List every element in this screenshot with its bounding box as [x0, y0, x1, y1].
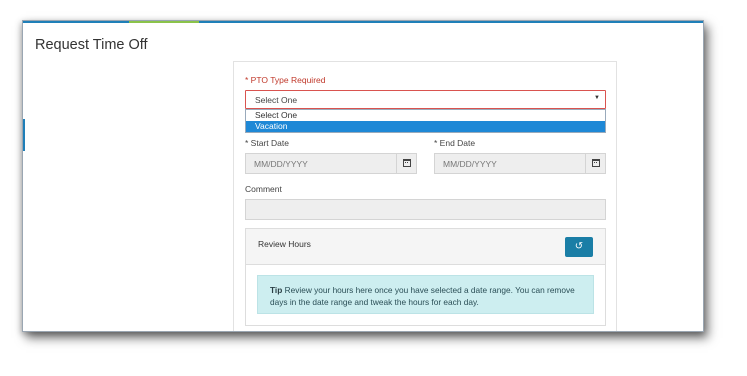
start-date-calendar-button[interactable] [396, 153, 417, 174]
start-date-label: * Start Date [245, 138, 289, 148]
chevron-down-icon: ▼ [594, 95, 600, 101]
pto-type-select[interactable]: Select One ▼ [245, 90, 606, 109]
request-form-card: * PTO Type Required Select One ▼ Select … [233, 61, 617, 331]
comment-label: Comment [245, 184, 282, 194]
pto-type-dropdown: Select One Vacation [245, 109, 606, 133]
review-hours-header: Review Hours ↺ [246, 229, 605, 265]
pto-type-selected-value: Select One [255, 95, 298, 105]
calendar-icon [403, 159, 411, 167]
review-hours-title: Review Hours [258, 239, 311, 249]
active-tab-indicator [129, 21, 199, 23]
app-window: Request Time Off * PTO Type Required Sel… [22, 20, 704, 332]
pto-option-select-one[interactable]: Select One [246, 110, 605, 121]
review-hours-panel: Review Hours ↺ Tip Review your hours her… [245, 228, 606, 326]
start-date-input[interactable]: MM/DD/YYYY [245, 153, 397, 174]
comment-field[interactable] [245, 199, 606, 220]
calendar-icon [592, 159, 600, 167]
tip-text: Review your hours here once you have sel… [270, 285, 575, 307]
tip-label: Tip [270, 285, 283, 295]
pto-option-vacation[interactable]: Vacation [246, 121, 605, 132]
left-edge-indicator [23, 119, 25, 151]
end-date-label: * End Date [434, 138, 476, 148]
reset-hours-button[interactable]: ↺ [565, 237, 593, 257]
end-date-calendar-button[interactable] [585, 153, 606, 174]
tip-alert: Tip Review your hours here once you have… [257, 275, 594, 314]
top-bar [23, 21, 703, 23]
pto-type-label: * PTO Type Required [245, 75, 326, 85]
end-date-input[interactable]: MM/DD/YYYY [434, 153, 586, 174]
page-title: Request Time Off [35, 37, 148, 53]
undo-icon: ↺ [574, 241, 584, 252]
